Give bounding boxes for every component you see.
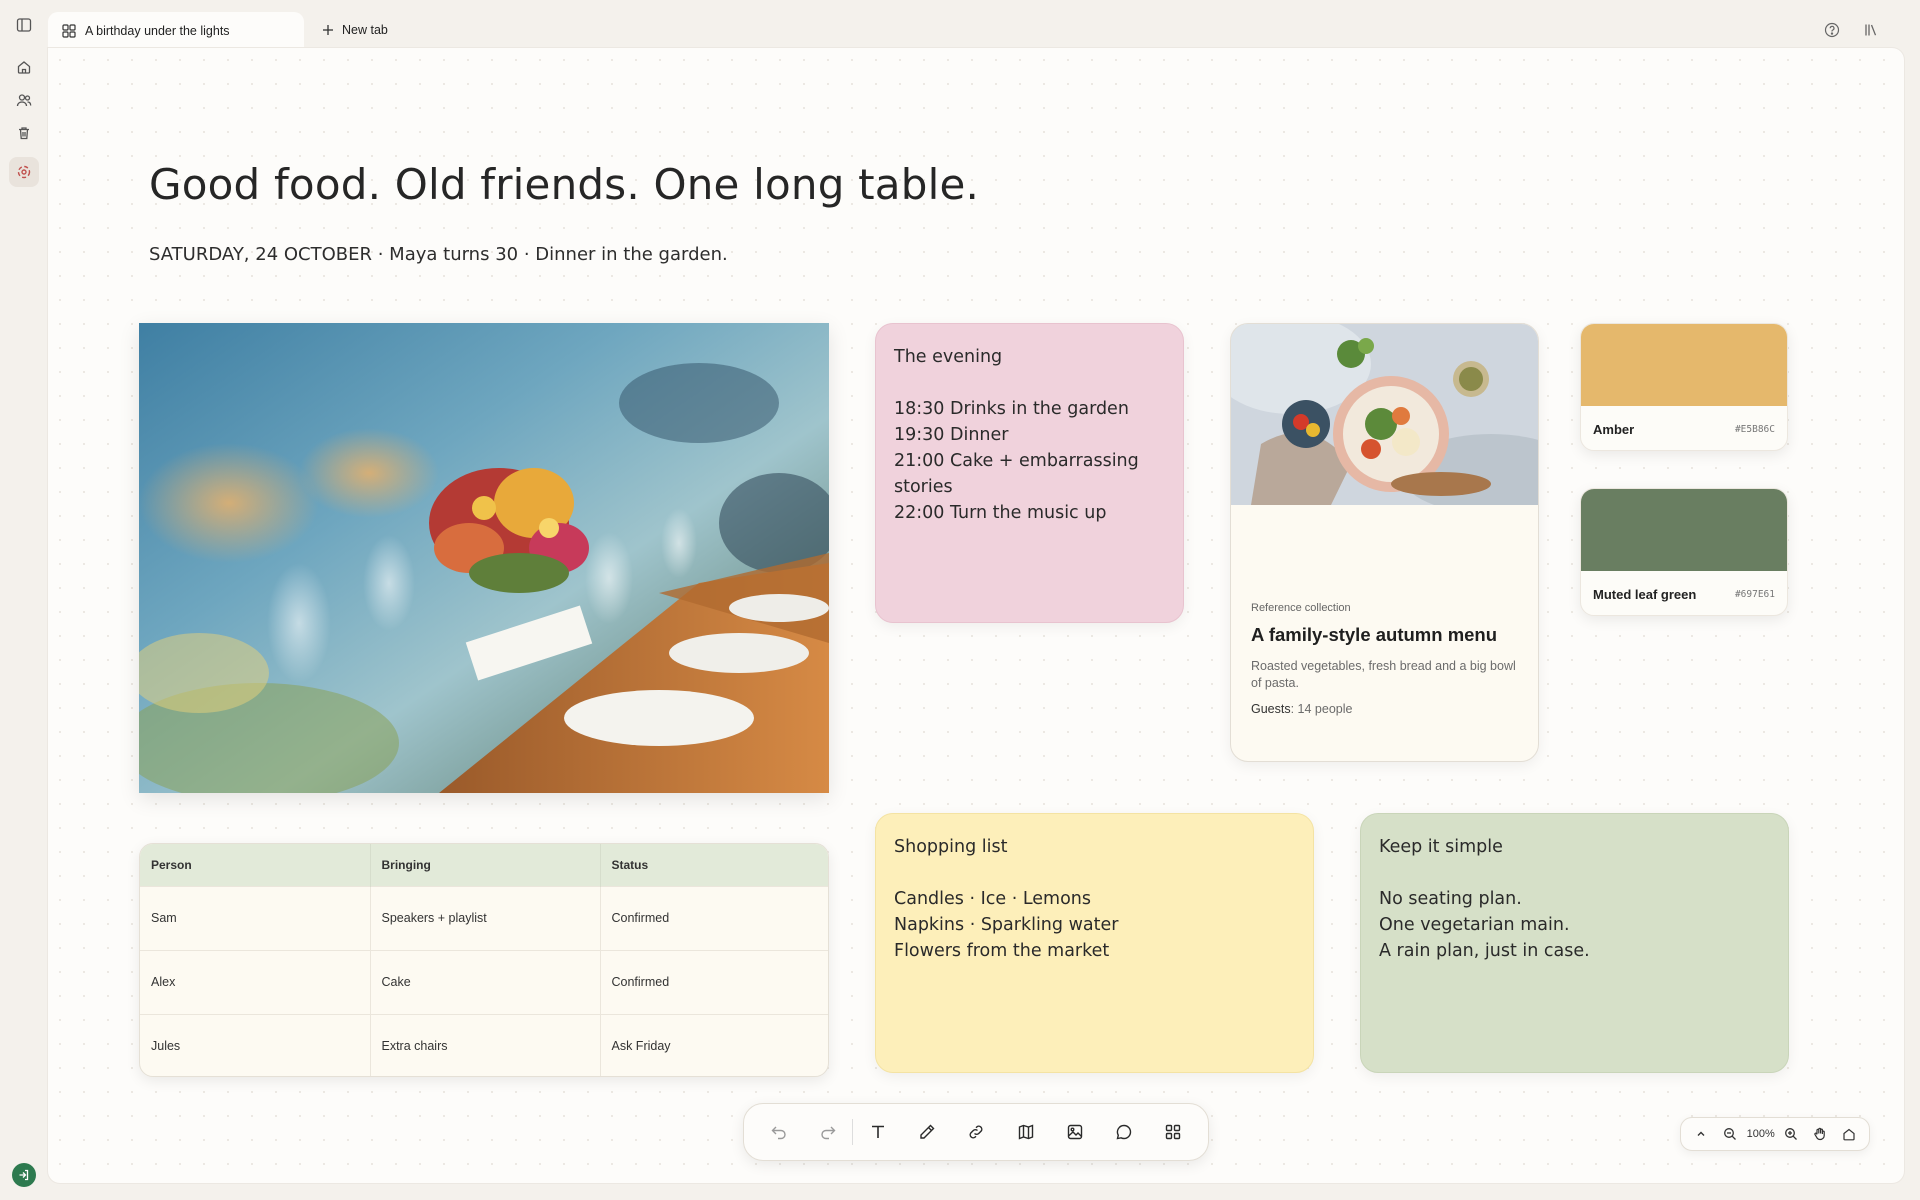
column-header[interactable]: Status (600, 844, 828, 886)
table-row: Sam Speakers + playlist Confirmed (140, 885, 828, 950)
tab-active[interactable]: A birthday under the lights (48, 12, 304, 50)
reference-meta-value: : 14 people (1290, 702, 1353, 716)
zoom-in-icon[interactable] (1779, 1122, 1803, 1146)
swatch-hex: #E5B86C (1734, 423, 1775, 435)
shopping-line: Napkins · Sparkling water (894, 915, 1119, 935)
evening-line: 21:00 Cake + embarrassing stories (894, 451, 1139, 497)
swatch-muted-leaf-green[interactable]: Muted leaf green #697E61 (1580, 488, 1788, 616)
tab-bar: A birthday under the lights New tab (48, 0, 1920, 50)
map-icon[interactable] (1001, 1112, 1050, 1152)
zoom-out-icon[interactable] (1718, 1122, 1742, 1146)
table-cell[interactable]: Alex (140, 949, 371, 1014)
text-icon[interactable] (853, 1112, 902, 1152)
left-rail (0, 0, 48, 1200)
canvas-icon[interactable] (9, 157, 39, 187)
column-header[interactable]: Bringing (370, 844, 601, 886)
evening-note[interactable]: The evening 18:30 Drinks in the garden 1… (875, 323, 1184, 623)
sign-in-icon[interactable] (12, 1163, 36, 1187)
table-row: Alex Cake Confirmed (140, 949, 828, 1014)
library-icon[interactable] (1861, 20, 1881, 40)
menu-photo (1231, 324, 1538, 505)
simple-line: One vegetarian main. (1379, 915, 1570, 935)
swatch-name: Muted leaf green (1593, 586, 1697, 602)
comment-icon[interactable] (1100, 1112, 1149, 1152)
new-tab-button[interactable]: New tab (322, 12, 388, 48)
table-cell[interactable]: Extra chairs (370, 1013, 601, 1076)
evening-note-title: The evening (894, 347, 1003, 367)
zoom-controls: 100% (1680, 1117, 1870, 1151)
reference-meta: Guests: 14 people (1251, 702, 1522, 716)
undo-icon[interactable] (754, 1112, 803, 1152)
bottom-toolbar (743, 1103, 1209, 1161)
swatch-chip (1581, 489, 1787, 571)
help-icon[interactable] (1822, 20, 1842, 40)
reference-card[interactable]: Reference collection A family-style autu… (1230, 323, 1539, 762)
reference-kicker: Reference collection (1251, 602, 1351, 614)
plus-icon (322, 24, 334, 36)
table-cell[interactable]: Confirmed (600, 949, 828, 1014)
shopping-list-note[interactable]: Shopping list Candles · Ice · Lemons Nap… (875, 813, 1314, 1073)
table-cell[interactable]: Sam (140, 885, 371, 950)
zoom-level[interactable]: 100% (1747, 1128, 1775, 1140)
simple-note-title: Keep it simple (1379, 837, 1503, 857)
grid-icon[interactable] (1149, 1112, 1198, 1152)
reference-title: A family-style autumn menu (1251, 624, 1498, 645)
shopping-note-title: Shopping list (894, 837, 1008, 857)
keep-simple-note[interactable]: Keep it simple No seating plan. One vege… (1360, 813, 1789, 1073)
tab-title: A birthday under the lights (85, 24, 230, 38)
home-icon[interactable] (9, 52, 39, 82)
new-tab-label: New tab (342, 23, 388, 37)
board-icon (62, 24, 76, 38)
table-cell[interactable]: Ask Friday (600, 1013, 828, 1076)
shopping-line: Flowers from the market (894, 941, 1110, 961)
table-photo[interactable] (139, 323, 829, 793)
image-icon[interactable] (1050, 1112, 1099, 1152)
table-cell[interactable]: Jules (140, 1013, 371, 1076)
column-header[interactable]: Person (140, 844, 371, 886)
table-cell[interactable]: Cake (370, 949, 601, 1014)
simple-line: No seating plan. (1379, 889, 1522, 909)
table-row: Jules Extra chairs Ask Friday (140, 1013, 828, 1076)
table-cell[interactable]: Speakers + playlist (370, 885, 601, 950)
redo-icon[interactable] (803, 1112, 852, 1152)
swatch-hex: #697E61 (1734, 588, 1775, 600)
pen-icon[interactable] (903, 1112, 952, 1152)
bringing-table[interactable]: Person Bringing Status Sam Speakers + pl… (139, 843, 829, 1077)
home-icon[interactable] (1837, 1122, 1861, 1146)
sidebar-toggle-icon[interactable] (9, 10, 39, 40)
evening-line: 19:30 Dinner (894, 425, 1009, 445)
swatch-name: Amber (1593, 421, 1635, 437)
simple-line: A rain plan, just in case. (1379, 941, 1590, 961)
page-title[interactable]: Good food. Old friends. One long table. (149, 160, 979, 209)
reference-description: Roasted vegetables, fresh bread and a bi… (1251, 659, 1516, 690)
reference-meta-label: Guests (1251, 702, 1291, 716)
shopping-line: Candles · Ice · Lemons (894, 889, 1091, 909)
table-cell[interactable]: Confirmed (600, 885, 828, 950)
evening-line: 18:30 Drinks in the garden (894, 399, 1129, 419)
trash-icon[interactable] (9, 118, 39, 148)
chevron-up-icon[interactable] (1689, 1122, 1713, 1146)
swatch-chip (1581, 324, 1787, 406)
swatch-amber[interactable]: Amber #E5B86C (1580, 323, 1788, 451)
hand-icon[interactable] (1808, 1122, 1832, 1146)
people-icon[interactable] (9, 85, 39, 115)
link-icon[interactable] (952, 1112, 1001, 1152)
page-subtitle[interactable]: SATURDAY, 24 OCTOBER · Maya turns 30 · D… (149, 244, 728, 265)
evening-line: 22:00 Turn the music up (894, 503, 1107, 523)
